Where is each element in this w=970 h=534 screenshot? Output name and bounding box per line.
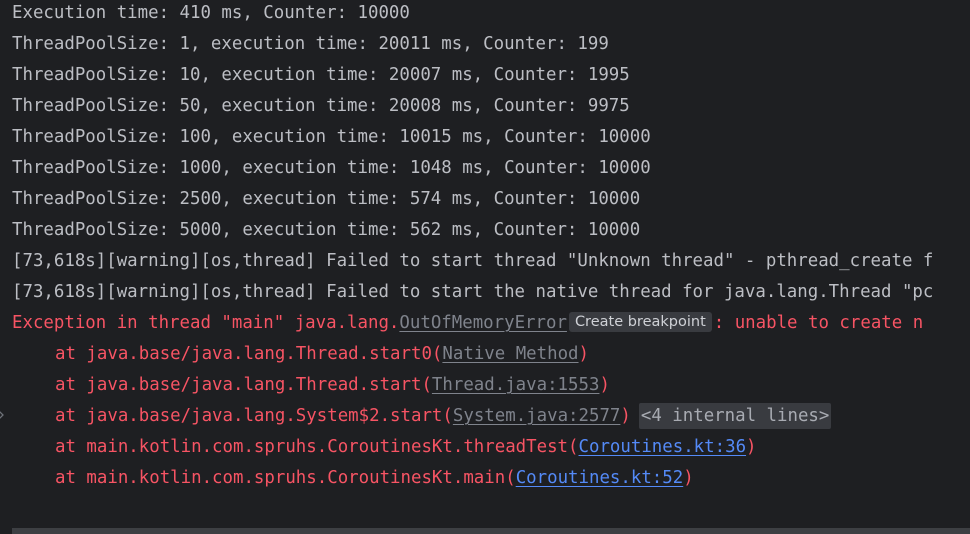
stack-frame-link[interactable]: Coroutines.kt:52: [516, 468, 684, 488]
stack-frame-method: at main.kotlin.com.spruhs.CoroutinesKt.t…: [55, 437, 579, 457]
horizontal-scrollbar[interactable]: [12, 528, 970, 534]
stack-frame-method: at java.base/java.lang.Thread.start0(: [55, 344, 443, 364]
stack-frame: at java.base/java.lang.Thread.start0(Nat…: [12, 339, 589, 370]
console-line: ThreadPoolSize: 2500, execution time: 57…: [12, 189, 641, 209]
chevron-right-icon[interactable]: [0, 408, 5, 422]
create-breakpoint-tooltip[interactable]: Create breakpoint: [568, 312, 712, 332]
stack-frame-close: ): [620, 406, 631, 426]
console-line: ThreadPoolSize: 1000, execution time: 10…: [12, 158, 651, 178]
warning-line: [73,618s][warning][os,thread] Failed to …: [12, 282, 934, 302]
console-line: ThreadPoolSize: 5000, execution time: 56…: [12, 220, 641, 240]
stack-frame: at java.base/java.lang.Thread.start(Thre…: [12, 370, 610, 401]
warning-line: [73,618s][warning][os,thread] Failed to …: [12, 251, 934, 271]
stack-frame-link[interactable]: Coroutines.kt:36: [579, 437, 747, 457]
exception-class-link[interactable]: OutOfMemoryError: [399, 313, 567, 333]
stack-frame-method: at main.kotlin.com.spruhs.CoroutinesKt.m…: [55, 468, 516, 488]
stack-frame-close: ): [683, 468, 694, 488]
stack-frame-close: ): [599, 375, 610, 395]
run-console: Execution time: 410 ms, Counter: 10000 T…: [0, 0, 970, 534]
console-line: ThreadPoolSize: 10, execution time: 2000…: [12, 65, 630, 85]
console-line: ThreadPoolSize: 1, execution time: 20011…: [12, 34, 609, 54]
console-line: ThreadPoolSize: 50, execution time: 2000…: [12, 96, 630, 116]
stack-frame-link[interactable]: System.java:2577: [453, 406, 621, 426]
internal-lines-fold[interactable]: <4 internal lines>: [638, 403, 832, 429]
stack-frame: at java.base/java.lang.System$2.start(Sy…: [12, 401, 832, 432]
stack-frame-method: at java.base/java.lang.Thread.start(: [55, 375, 432, 395]
stack-frame-method: at java.base/java.lang.System$2.start(: [55, 406, 453, 426]
stack-frame: at main.kotlin.com.spruhs.CoroutinesKt.t…: [12, 432, 757, 463]
stack-frame-link[interactable]: Native Method: [442, 344, 578, 364]
stack-frame: at main.kotlin.com.spruhs.CoroutinesKt.m…: [12, 463, 694, 494]
exception-line: Exception in thread "main" java.lang.Out…: [12, 308, 923, 339]
exception-message: : unable to create n: [713, 313, 924, 333]
stack-frame-close: ): [746, 437, 757, 457]
stack-frame-link[interactable]: Thread.java:1553: [432, 375, 600, 395]
console-line: ThreadPoolSize: 100, execution time: 100…: [12, 127, 651, 147]
console-line: Execution time: 410 ms, Counter: 10000: [12, 3, 410, 23]
exception-prefix: Exception in thread "main" java.lang.: [12, 313, 400, 333]
stack-frame-close: ): [578, 344, 590, 364]
